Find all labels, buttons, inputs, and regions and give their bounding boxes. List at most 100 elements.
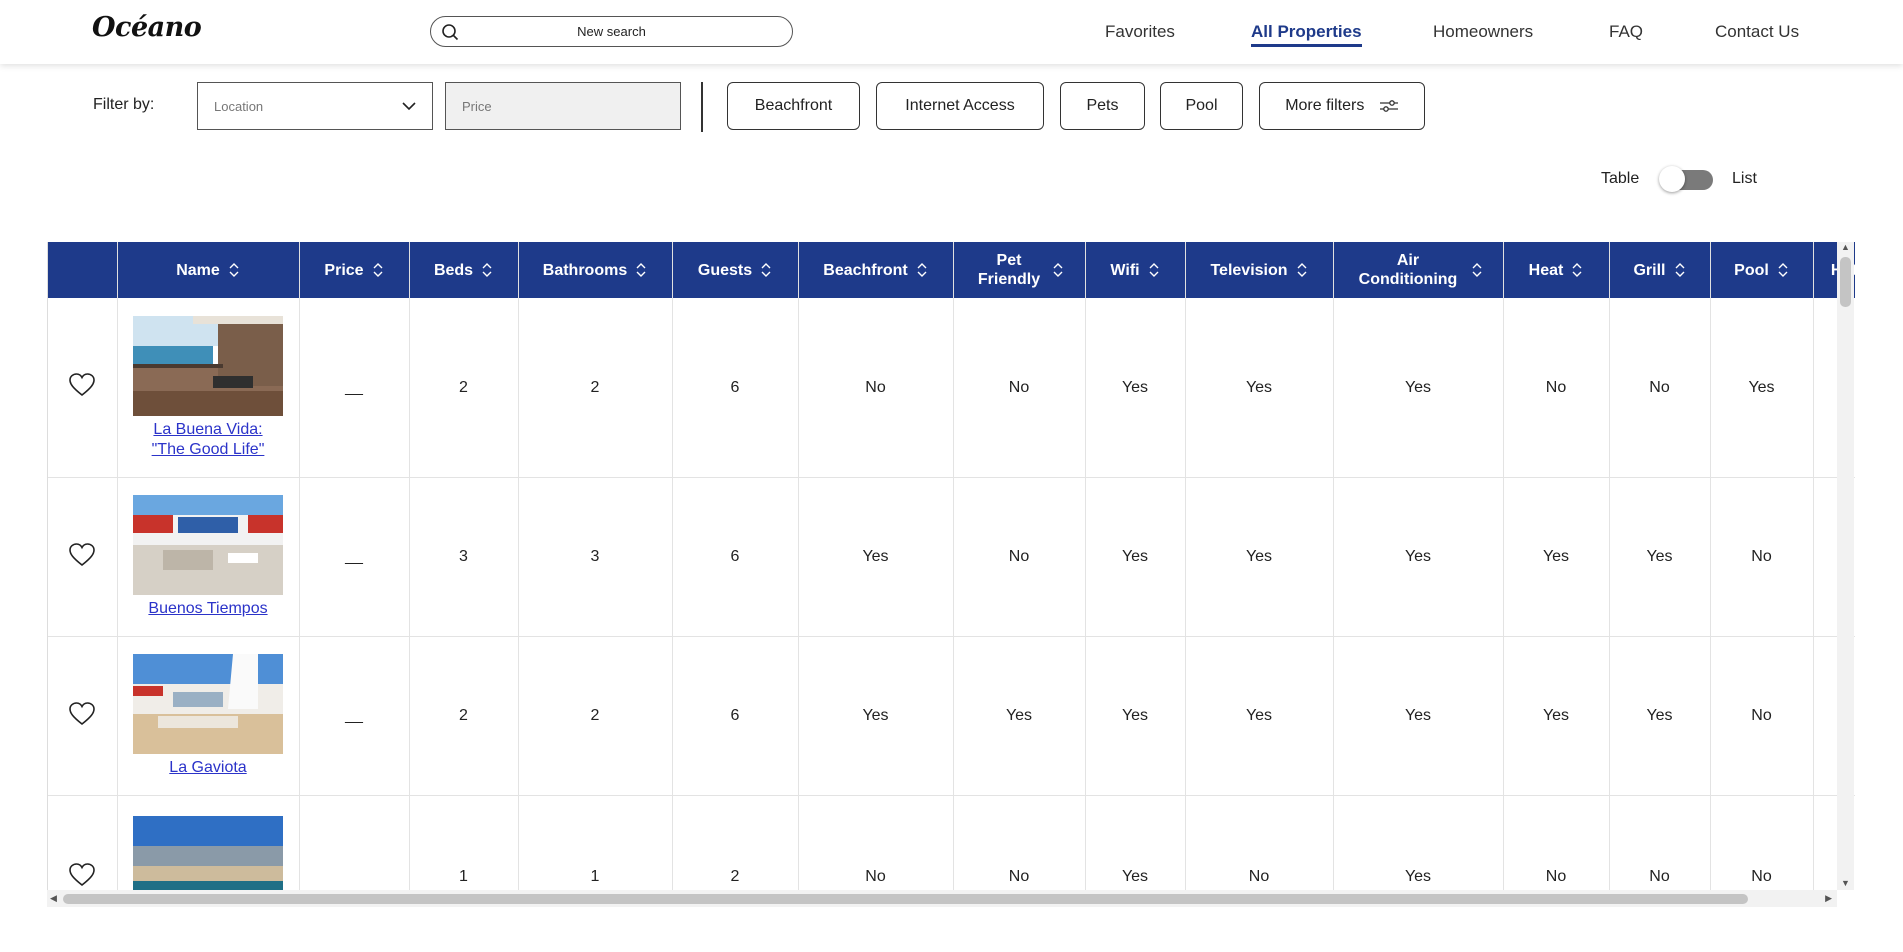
more-filters-label: More filters xyxy=(1285,97,1365,114)
horizontal-scrollbar[interactable]: ◀ ▶ xyxy=(47,890,1837,907)
grill-cell: Yes xyxy=(1609,636,1711,796)
header-name[interactable]: Name xyxy=(117,242,300,298)
name-cell: La Gaviota xyxy=(117,636,300,796)
guests-cell: 6 xyxy=(672,636,799,796)
price-cell: __ xyxy=(299,298,410,478)
heat-cell: Yes xyxy=(1503,636,1610,796)
wifi-cell: Yes xyxy=(1085,298,1186,478)
vertical-scrollbar[interactable]: ▲ ▼ xyxy=(1837,242,1854,890)
sort-icon[interactable] xyxy=(916,262,928,278)
scroll-left-arrow-icon[interactable]: ◀ xyxy=(50,893,57,904)
search-placeholder: New search xyxy=(577,24,646,39)
property-link[interactable]: La Buena Vida: "The Good Life" xyxy=(143,420,273,460)
nav-contact-us[interactable]: Contact Us xyxy=(1715,22,1799,42)
grill-cell: No xyxy=(1609,298,1711,478)
table-row: Buenos Tiempos __ 3 3 6 Yes No Yes Yes Y… xyxy=(48,477,1855,637)
filter-chip-beachfront[interactable]: Beachfront xyxy=(727,82,860,130)
heart-icon[interactable] xyxy=(69,701,96,726)
heart-icon[interactable] xyxy=(69,542,96,567)
name-cell: La Buena Vida: "The Good Life" xyxy=(117,298,300,478)
heart-icon[interactable] xyxy=(69,373,96,397)
wifi-cell: Yes xyxy=(1085,795,1186,890)
header-guests[interactable]: Guests xyxy=(672,242,799,298)
view-toggle-switch[interactable] xyxy=(1659,166,1713,192)
header-pool[interactable]: Pool xyxy=(1710,242,1814,298)
beachfront-cell: Yes xyxy=(798,477,954,637)
sort-icon[interactable] xyxy=(1674,262,1686,278)
scroll-down-arrow-icon[interactable]: ▼ xyxy=(1841,878,1850,888)
guests-cell: 6 xyxy=(672,477,799,637)
vertical-scroll-thumb[interactable] xyxy=(1840,257,1851,307)
header-price[interactable]: Price xyxy=(299,242,410,298)
beds-cell: 1 xyxy=(409,795,519,890)
pet-friendly-cell: No xyxy=(953,298,1086,478)
heat-cell: No xyxy=(1503,298,1610,478)
header-grill[interactable]: Grill xyxy=(1609,242,1711,298)
name-cell: Buenos Tiempos xyxy=(117,477,300,637)
property-link[interactable]: Buenos Tiempos xyxy=(148,599,267,619)
site-logo[interactable]: Océano xyxy=(92,12,202,43)
toggle-label-table: Table xyxy=(1601,170,1640,187)
toggle-label-list: List xyxy=(1732,170,1757,187)
sort-icon[interactable] xyxy=(635,262,647,278)
sort-icon[interactable] xyxy=(1148,262,1160,278)
property-photo[interactable] xyxy=(133,495,283,595)
bathrooms-cell: 3 xyxy=(518,477,673,637)
header-air-conditioning[interactable]: Air Conditioning xyxy=(1333,242,1504,298)
header-heat[interactable]: Heat xyxy=(1503,242,1610,298)
television-cell: Yes xyxy=(1185,477,1334,637)
name-cell xyxy=(117,795,300,890)
header-pet-friendly[interactable]: Pet Friendly xyxy=(953,242,1086,298)
favorite-cell xyxy=(48,795,118,890)
sort-icon[interactable] xyxy=(228,262,240,278)
guests-cell: 6 xyxy=(672,298,799,478)
price-placeholder: Price xyxy=(462,99,492,114)
sort-icon[interactable] xyxy=(1296,262,1308,278)
header-beachfront[interactable]: Beachfront xyxy=(798,242,954,298)
property-link[interactable]: La Gaviota xyxy=(169,758,246,778)
price-input[interactable]: Price xyxy=(445,82,681,130)
pet-friendly-cell: Yes xyxy=(953,636,1086,796)
nav-faq[interactable]: FAQ xyxy=(1609,22,1643,42)
sort-icon[interactable] xyxy=(1571,262,1583,278)
filter-chip-pets[interactable]: Pets xyxy=(1060,82,1145,130)
sort-icon[interactable] xyxy=(1777,262,1789,278)
nav-homeowners[interactable]: Homeowners xyxy=(1433,22,1533,42)
filter-chip-internet-access[interactable]: Internet Access xyxy=(876,82,1044,130)
sort-icon[interactable] xyxy=(760,262,772,278)
more-filters-button[interactable]: More filters xyxy=(1259,82,1425,130)
air-conditioning-cell: Yes xyxy=(1333,298,1504,478)
sort-icon[interactable] xyxy=(1471,262,1483,278)
pool-cell: No xyxy=(1710,477,1814,637)
heart-icon[interactable] xyxy=(69,862,96,887)
pool-cell: Yes xyxy=(1710,298,1814,478)
sort-icon[interactable] xyxy=(1052,262,1064,278)
property-photo[interactable] xyxy=(133,315,283,416)
chevron-down-icon xyxy=(402,102,416,111)
nav-all-properties[interactable]: All Properties xyxy=(1251,22,1362,47)
header-wifi[interactable]: Wifi xyxy=(1085,242,1186,298)
header-television[interactable]: Television xyxy=(1185,242,1334,298)
filter-chip-pool[interactable]: Pool xyxy=(1160,82,1243,130)
header-favorite xyxy=(48,242,118,298)
favorite-cell xyxy=(48,298,118,478)
sort-icon[interactable] xyxy=(372,262,384,278)
scroll-up-arrow-icon[interactable]: ▲ xyxy=(1841,242,1850,252)
horizontal-scroll-thumb[interactable] xyxy=(63,894,1748,904)
search-input[interactable]: New search xyxy=(430,16,793,47)
top-header: Océano New search Favorites All Properti… xyxy=(0,0,1903,64)
property-photo[interactable] xyxy=(133,654,283,754)
heat-cell: Yes xyxy=(1503,477,1610,637)
location-dropdown[interactable]: Location xyxy=(197,82,433,130)
property-photo[interactable] xyxy=(133,816,283,890)
nav-favorites[interactable]: Favorites xyxy=(1105,22,1175,42)
table-header-row: Name Price Beds Bathrooms Guests Beachfr… xyxy=(48,242,1855,298)
beachfront-cell: No xyxy=(798,795,954,890)
scroll-right-arrow-icon[interactable]: ▶ xyxy=(1825,893,1832,904)
guests-cell: 2 xyxy=(672,795,799,890)
header-bathrooms[interactable]: Bathrooms xyxy=(518,242,673,298)
sort-icon[interactable] xyxy=(481,262,493,278)
favorite-cell xyxy=(48,636,118,796)
beds-cell: 2 xyxy=(409,298,519,478)
header-beds[interactable]: Beds xyxy=(409,242,519,298)
